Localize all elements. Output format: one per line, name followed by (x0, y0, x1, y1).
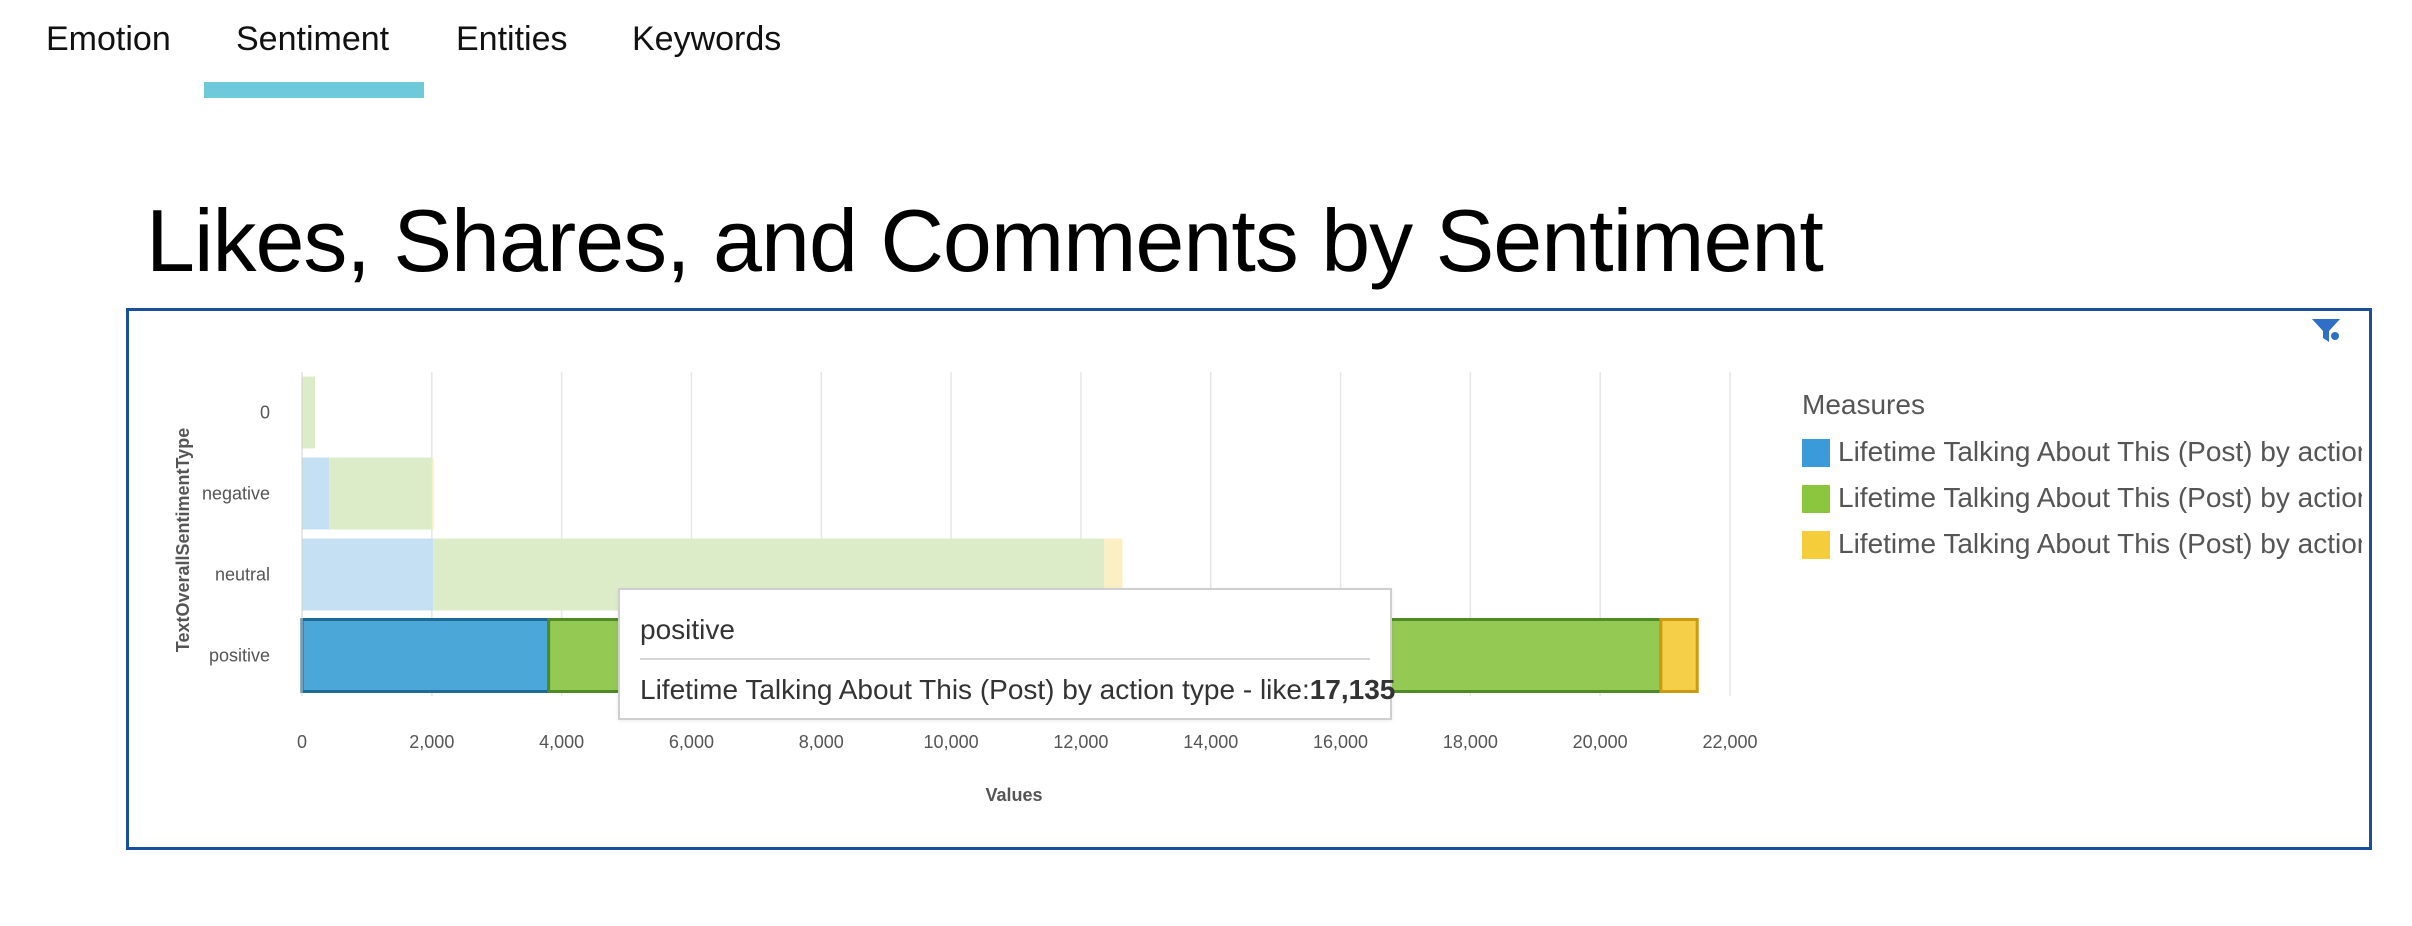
legend-swatch-share (1802, 485, 1830, 513)
x-tick-label: 4,000 (539, 732, 584, 752)
legend-item-share[interactable]: Lifetime Talking About This (Post) by ac… (1802, 482, 2362, 516)
tooltip-value: 17,135 (1309, 674, 1396, 705)
y-category-label: positive (209, 646, 270, 666)
x-tick-label: 20,000 (1573, 732, 1628, 752)
x-tick-label: 18,000 (1443, 732, 1498, 752)
tooltip-body: Lifetime Talking About This (Post) by ac… (640, 674, 1395, 706)
bar-neutral-series-0 (302, 538, 434, 611)
y-category-label: negative (202, 484, 270, 504)
y-category-label: neutral (215, 565, 270, 585)
x-tick-label: 16,000 (1313, 732, 1368, 752)
x-tick-label: 2,000 (409, 732, 454, 752)
legend-label: Lifetime Talking About This (Post) by ac… (1838, 528, 2362, 559)
chart-tooltip: positive Lifetime Talking About This (Po… (618, 588, 1395, 720)
bar-negative-series-2 (431, 457, 434, 530)
x-tick-label: 22,000 (1702, 732, 1757, 752)
legend-item-like[interactable]: Lifetime Talking About This (Post) by ac… (1802, 436, 2362, 470)
x-tick-label: 10,000 (924, 732, 979, 752)
bar-positive-series-2 (1659, 618, 1699, 693)
y-axis-title: TextOverallSentimentType (173, 428, 193, 652)
x-tick-label: 12,000 (1053, 732, 1108, 752)
tooltip-title: positive (640, 614, 735, 645)
tooltip-divider (640, 658, 1370, 660)
x-tick-label: 6,000 (669, 732, 714, 752)
tooltip-label: Lifetime Talking About This (Post) by ac… (640, 674, 1310, 705)
legend-label: Lifetime Talking About This (Post) by ac… (1838, 482, 2362, 513)
x-axis-title: Values (985, 785, 1042, 805)
bar-negative-series-0 (302, 457, 330, 530)
bar-0-series-1 (302, 376, 315, 449)
x-tick-label: 8,000 (799, 732, 844, 752)
legend-label: Lifetime Talking About This (Post) by ac… (1838, 436, 2362, 467)
filter-funnel-icon[interactable] (2310, 316, 2342, 346)
x-tick-label: 14,000 (1183, 732, 1238, 752)
legend-title: Measures (1802, 389, 1925, 420)
x-tick-label: 0 (297, 732, 307, 752)
legend-item-comment[interactable]: Lifetime Talking About This (Post) by ac… (1802, 528, 2362, 562)
legend-swatch-like (1802, 439, 1830, 467)
bar-negative-series-1 (329, 457, 432, 530)
y-category-label: 0 (260, 403, 270, 423)
bar-positive-series-0 (300, 618, 551, 693)
legend-swatch-comment (1802, 531, 1830, 559)
